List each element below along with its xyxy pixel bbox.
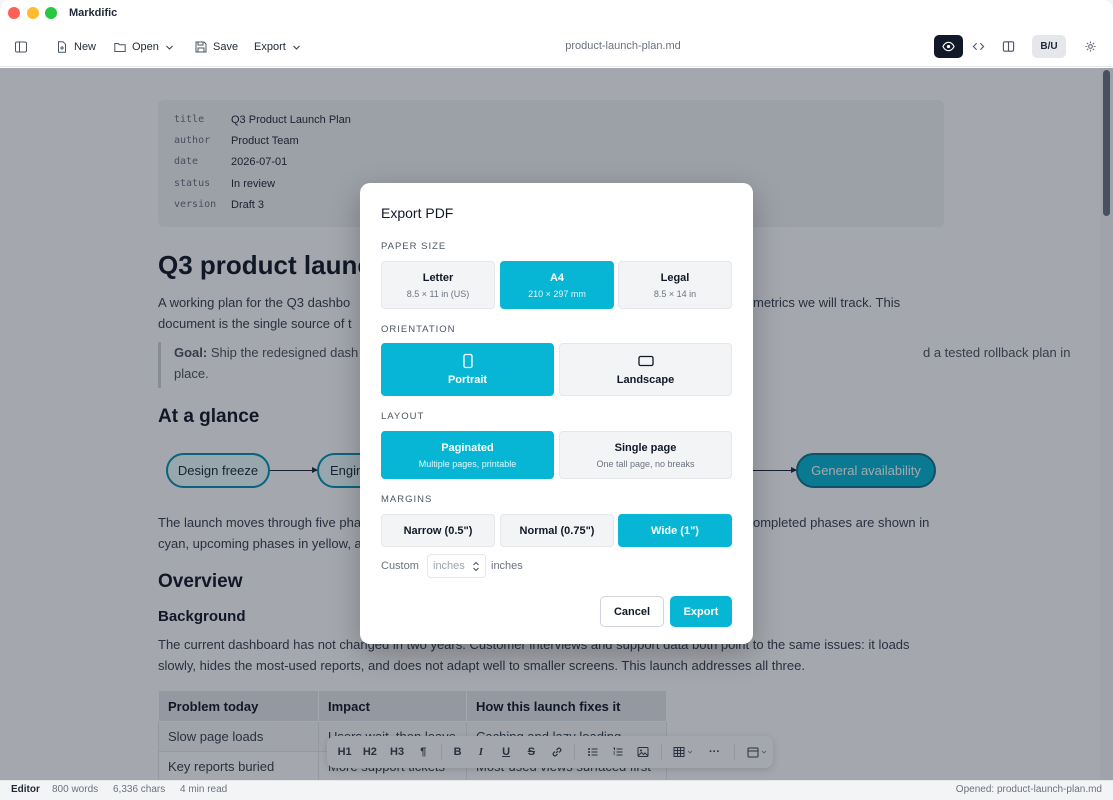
margin-option-normal[interactable]: Normal (0.75") (500, 514, 614, 547)
portrait-page-icon (462, 353, 473, 369)
paper-option-legal[interactable]: Legal 8.5 × 14 in (618, 261, 732, 309)
option-title: Narrow (0.5") (403, 524, 473, 537)
option-title: Legal (660, 271, 690, 284)
status-bar: Editor 800 words 6,336 chars 4 min read … (0, 780, 1113, 800)
custom-margin-unit: inches (491, 560, 523, 572)
orientation-option-portrait[interactable]: Portrait (381, 343, 554, 396)
formatting-toggle-button[interactable]: B/U (1032, 35, 1066, 58)
option-subtitle: Multiple pages, printable (418, 458, 517, 469)
read-time: 4 min read (180, 784, 228, 795)
settings-button[interactable] (1078, 35, 1102, 58)
opened-file-status: Opened: product-launch-plan.md (955, 784, 1102, 795)
custom-margin-input[interactable]: inches (427, 554, 486, 578)
layout-option-single-page[interactable]: Single page One tall page, no breaks (559, 431, 732, 479)
option-title: Letter (422, 271, 454, 284)
layout-section-label: LAYOUT (381, 411, 425, 422)
paper-option-a4[interactable]: A4 210 × 297 mm (500, 261, 614, 309)
margin-option-wide[interactable]: Wide (1") (618, 514, 732, 547)
app-title: Markdific (69, 7, 118, 19)
option-subtitle: 210 × 297 mm (528, 288, 586, 299)
preview-mode-button[interactable] (934, 35, 963, 58)
word-count: 800 words (52, 784, 99, 795)
title-bar: Markdific (0, 0, 1113, 27)
code-icon (972, 42, 985, 51)
option-title: Paginated (441, 441, 494, 454)
split-view-icon (1002, 41, 1015, 52)
dialog-title: Export PDF (381, 205, 454, 221)
close-window-button[interactable] (8, 7, 20, 19)
eye-icon (942, 41, 955, 52)
minimize-window-button[interactable] (27, 7, 39, 19)
zoom-window-button[interactable] (45, 7, 57, 19)
source-mode-button[interactable] (964, 35, 993, 58)
layout-option-paginated[interactable]: Paginated Multiple pages, printable (381, 431, 554, 479)
app-window: Markdific New Open Save Export product-l… (0, 0, 1113, 800)
stepper-icon[interactable] (472, 561, 480, 572)
orientation-section-label: ORIENTATION (381, 324, 456, 335)
editor-mode-label: Editor (11, 784, 40, 795)
option-subtitle: One tall page, no breaks (596, 458, 695, 469)
toolbar: New Open Save Export product-launch-plan… (0, 27, 1113, 67)
option-title: A4 (549, 271, 565, 284)
char-count: 6,336 chars (113, 784, 166, 795)
option-title: Single page (614, 441, 677, 454)
gear-icon (1084, 41, 1096, 52)
margins-section-label: MARGINS (381, 494, 433, 505)
paper-option-letter[interactable]: Letter 8.5 × 11 in (US) (381, 261, 495, 309)
custom-margin-placeholder: inches (433, 560, 465, 572)
split-view-button[interactable] (994, 35, 1023, 58)
custom-margin-label: Custom (381, 560, 419, 572)
export-button[interactable]: Export (670, 596, 732, 627)
option-title: Wide (1") (651, 524, 699, 537)
option-title: Portrait (447, 374, 488, 386)
orientation-option-landscape[interactable]: Landscape (559, 343, 732, 396)
option-subtitle: 8.5 × 11 in (US) (406, 288, 470, 299)
option-title: Normal (0.75") (519, 524, 595, 537)
option-subtitle: 8.5 × 14 in (653, 288, 697, 299)
cancel-button[interactable]: Cancel (600, 596, 664, 627)
paper-size-section-label: PAPER SIZE (381, 241, 447, 252)
option-title: Landscape (616, 374, 675, 386)
landscape-page-icon (637, 355, 654, 367)
export-pdf-dialog: Export PDF PAPER SIZE Letter 8.5 × 11 in… (360, 183, 753, 644)
margin-option-narrow[interactable]: Narrow (0.5") (381, 514, 495, 547)
